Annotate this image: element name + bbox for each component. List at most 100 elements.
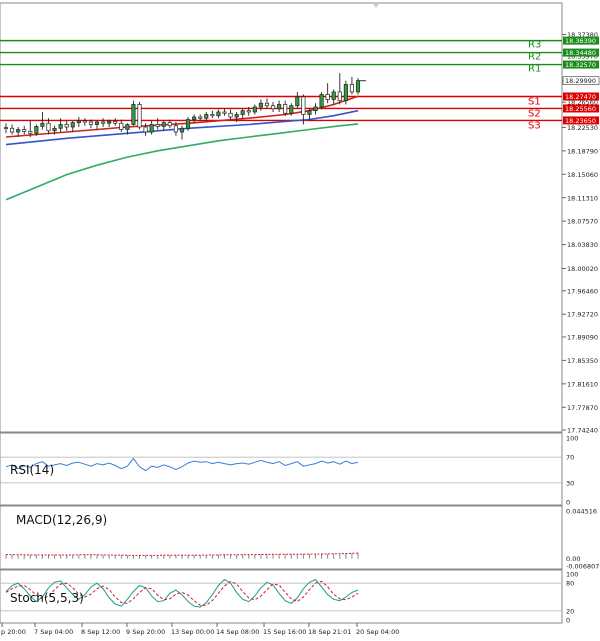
- candle-body: [186, 119, 191, 129]
- price-tick-label: 18.03830: [567, 241, 598, 249]
- candle-body: [240, 110, 245, 115]
- stoch-tick-label: 80: [566, 580, 574, 588]
- candle-body: [270, 105, 276, 110]
- candle-body: [64, 124, 69, 128]
- level-label-s2: S2: [528, 108, 541, 119]
- candle-body: [22, 129, 27, 132]
- candle-body: [198, 116, 203, 119]
- level-label-s1: S1: [528, 97, 541, 108]
- candle-body: [277, 104, 282, 110]
- candle-body: [113, 121, 118, 124]
- level-label-r3: R3: [528, 40, 541, 51]
- stoch-tick-label: 0: [566, 617, 570, 625]
- candle-body: [264, 102, 270, 107]
- price-tick-label: 18.07570: [567, 218, 598, 226]
- current-price-text: 18.29990: [565, 77, 596, 85]
- candle-body: [137, 104, 142, 128]
- candle-body: [349, 84, 354, 93]
- rsi-label: RSI(14): [10, 463, 54, 477]
- candle-body: [246, 110, 251, 113]
- time-tick-label: p 20:00: [1, 628, 26, 636]
- level-pill-text-r3: 18.36390: [565, 37, 596, 45]
- candle-body: [319, 94, 324, 108]
- candle-body: [10, 127, 15, 133]
- rsi-tick-label: 70: [566, 454, 574, 462]
- candle-body: [28, 131, 33, 134]
- time-tick-label: 9 Sep 20:00: [126, 628, 165, 636]
- level-label-r1: R1: [528, 64, 541, 75]
- stoch-tick-label: 100: [566, 571, 578, 579]
- time-tick-label: 8 Sep 12:00: [81, 628, 120, 636]
- price-tick-label: 17.81610: [567, 380, 598, 388]
- price-tick-label: 18.22530: [567, 124, 598, 132]
- candle-body: [234, 114, 239, 118]
- candle-body: [337, 91, 342, 102]
- stoch-tick-label: 20: [566, 607, 574, 615]
- price-axis: 18.3738018.3397018.2999018.2656018.22530…: [562, 31, 598, 435]
- candle-body: [228, 112, 233, 118]
- level-pill-text-s3: 18.23650: [565, 117, 596, 125]
- level-pill-text-s1: 18.27470: [565, 93, 596, 101]
- candle-body: [3, 127, 9, 129]
- candle: [137, 101, 142, 130]
- candle-body: [155, 124, 160, 127]
- candle-body: [101, 121, 106, 124]
- candle-body: [307, 110, 312, 115]
- price-tick-label: 18.00020: [567, 265, 598, 273]
- candle-body: [192, 116, 197, 120]
- price-tick-label: 17.77870: [567, 404, 598, 412]
- stoch-pane: [0, 569, 563, 624]
- time-tick-label: 13 Sep 00:00: [171, 628, 214, 636]
- price-tick-label: 17.89090: [567, 333, 598, 341]
- level-pill-text-r2: 18.34480: [565, 49, 596, 57]
- candle-body: [16, 129, 21, 133]
- candle-body: [331, 91, 336, 100]
- candle-body: [258, 102, 263, 108]
- candle-body: [70, 122, 75, 128]
- candle-body: [34, 126, 39, 134]
- candle-body: [173, 125, 178, 133]
- forex-chart: R3R2R1 S1S2S3 18.3738018.3397018.2999018.…: [0, 2, 599, 636]
- candle-body: [119, 122, 124, 130]
- price-tick-label: 18.11310: [567, 194, 598, 202]
- candle-body: [52, 127, 57, 132]
- macd-label: MACD(12,26,9): [16, 513, 107, 527]
- level-label-s3: S3: [528, 120, 541, 131]
- candle-body: [210, 114, 215, 117]
- candle-body: [289, 105, 294, 114]
- candle-body: [76, 120, 81, 123]
- candle-body: [167, 122, 172, 127]
- candle-body: [216, 111, 221, 117]
- price-tick-label: 18.15060: [567, 171, 598, 179]
- candle-body: [94, 121, 100, 125]
- candle-body: [161, 122, 166, 127]
- time-axis: p 20:00 7 Sep 04:00 8 Sep 12:00 9 Sep 20:00…: [1, 623, 399, 636]
- price-tick-label: 17.96460: [567, 287, 598, 295]
- candle-body: [283, 104, 288, 114]
- candle: [319, 91, 324, 110]
- candle-body: [143, 126, 148, 133]
- price-tick-label: 17.74240: [567, 427, 598, 435]
- candle-body: [58, 124, 63, 129]
- macd-tick-label: 0.044516: [566, 508, 597, 516]
- candle-body: [222, 111, 227, 114]
- time-tick-label: 7 Sep 04:00: [34, 628, 73, 636]
- candle-body: [179, 127, 185, 133]
- time-tick-label: 15 Sep 16:00: [263, 628, 306, 636]
- time-tick-label: 18 Sep 21:01: [308, 628, 351, 636]
- level-label-r2: R2: [528, 52, 541, 63]
- time-tick-label: 20 Sep 04:00: [356, 628, 399, 636]
- candle-body: [131, 104, 136, 125]
- stoch-label: Stoch(5,5,3): [10, 591, 84, 605]
- candle: [343, 80, 348, 105]
- candle-body: [82, 120, 87, 123]
- candle-body: [88, 121, 94, 125]
- candle-body: [295, 96, 300, 107]
- candle-body: [313, 106, 318, 112]
- price-tick-label: 17.92720: [567, 311, 598, 319]
- candle-body: [204, 114, 209, 119]
- candle-body: [46, 122, 51, 132]
- candle-body: [343, 84, 348, 102]
- rsi-tick-label: 0: [566, 499, 570, 507]
- rsi-pane: [0, 432, 563, 506]
